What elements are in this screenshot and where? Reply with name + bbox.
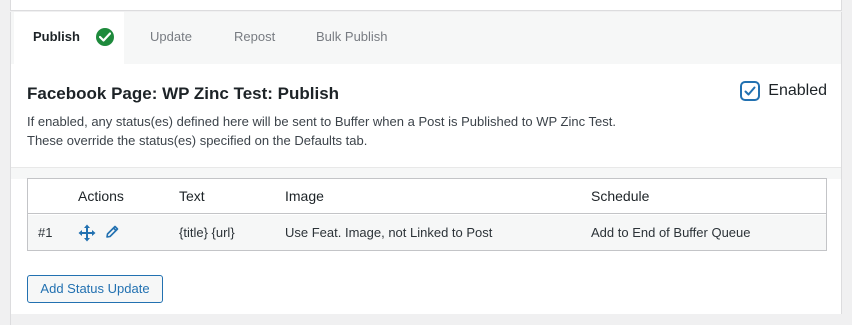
enabled-label: Enabled [768, 82, 827, 99]
table-row[interactable]: #1 {title} {url} Use Feat. Image, not Li… [28, 215, 826, 250]
row-schedule: Add to End of Buffer Queue [591, 225, 751, 240]
description-line-2: These override the status(es) specified … [27, 133, 368, 148]
enabled-checkbox[interactable] [741, 82, 760, 100]
top-strip [0, 0, 852, 11]
header-image: Image [285, 188, 324, 204]
add-status-update-button[interactable]: Add Status Update [27, 275, 163, 303]
tab-bulk-publish[interactable]: Bulk Publish [316, 12, 388, 64]
table-header: Actions Text Image Schedule [28, 179, 826, 214]
move-icon[interactable] [78, 224, 96, 242]
tab-publish[interactable]: Publish [14, 12, 124, 64]
enabled-toggle[interactable]: Enabled [741, 82, 827, 100]
row-text: {title} {url} [179, 225, 235, 240]
publish-settings-panel: Publish Update Repost Bulk Publish Faceb… [10, 12, 842, 314]
header-text: Text [179, 188, 205, 204]
tab-repost[interactable]: Repost [234, 12, 275, 64]
action-tabs: Publish Update Repost Bulk Publish [11, 12, 841, 64]
tab-update[interactable]: Update [150, 12, 192, 64]
tab-content: Facebook Page: WP Zinc Test: Publish Ena… [11, 64, 841, 314]
previous-panel-edge [10, 0, 842, 11]
header-schedule: Schedule [591, 188, 650, 204]
section-title: Facebook Page: WP Zinc Test: Publish [27, 84, 340, 103]
edit-icon[interactable] [104, 224, 120, 240]
tab-publish-label: Publish [33, 29, 80, 44]
section-description: If enabled, any status(es) defined here … [27, 112, 616, 150]
status-table: Actions Text Image Schedule #1 {title} {… [27, 178, 827, 251]
row-image: Use Feat. Image, not Linked to Post [285, 225, 493, 240]
check-circle-icon [96, 28, 114, 46]
header-actions: Actions [78, 188, 124, 204]
description-line-1: If enabled, any status(es) defined here … [27, 114, 616, 129]
row-number: #1 [38, 225, 53, 240]
